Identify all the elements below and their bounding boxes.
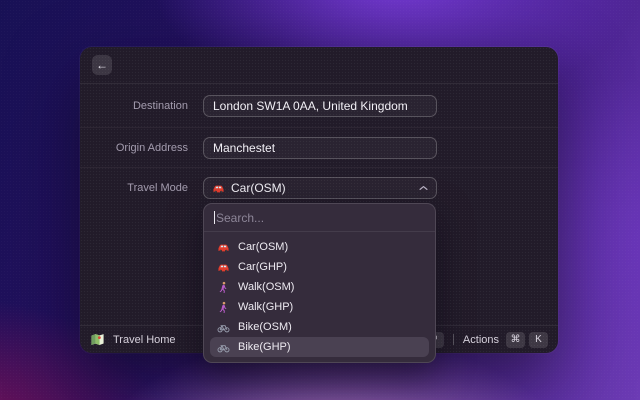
option-label: Car(OSM)	[238, 241, 288, 253]
dropdown-option-car-osm[interactable]: Car(OSM)	[210, 237, 429, 257]
dropdown-option-bike-ghp[interactable]: Bike(GHP)	[210, 337, 429, 357]
form-row-destination: Destination	[80, 84, 558, 128]
travel-mode-value: Car(OSM)	[231, 181, 286, 195]
walk-icon	[217, 281, 230, 294]
bike-icon	[217, 321, 230, 334]
origin-address-input[interactable]	[203, 137, 437, 159]
car-icon	[217, 261, 230, 274]
command-title: Travel Home	[113, 334, 176, 346]
destination-input[interactable]	[203, 95, 437, 117]
travel-home-map-icon	[90, 332, 105, 347]
cmd-key-badge[interactable]: ⌘	[506, 332, 525, 348]
dropdown-options-list: Car(OSM) Car(GHP) Walk(OSM) Walk(GHP) Bike(O…	[204, 232, 435, 362]
destination-label: Destination	[80, 100, 203, 112]
dropdown-option-car-ghp[interactable]: Car(GHP)	[210, 257, 429, 277]
option-label: Bike(OSM)	[238, 321, 292, 333]
window-header: ←	[80, 47, 558, 84]
form-row-travel-mode: Travel Mode Car(OSM)	[80, 168, 558, 208]
dropdown-option-walk-ghp[interactable]: Walk(GHP)	[210, 297, 429, 317]
k-key-badge[interactable]: K	[529, 332, 548, 348]
option-label: Walk(OSM)	[238, 281, 294, 293]
form-row-origin: Origin Address	[80, 128, 558, 168]
travel-mode-select[interactable]: Car(OSM)	[203, 177, 437, 199]
raycast-window: ← Destination Origin Address Travel Mode…	[80, 47, 558, 353]
option-label: Bike(GHP)	[238, 341, 291, 353]
walk-icon	[217, 301, 230, 314]
back-arrow-icon: ←	[96, 55, 108, 75]
desktop-wallpaper: { "window": { "back_glyph": "←" }, "form…	[0, 0, 640, 400]
chevron-up-icon	[419, 185, 428, 191]
car-icon	[217, 241, 230, 254]
travel-mode-dropdown: Car(OSM) Car(GHP) Walk(OSM) Walk(GHP) Bike(O…	[203, 203, 436, 363]
footer-divider	[453, 334, 454, 345]
actions-button[interactable]: Actions	[463, 334, 499, 346]
back-button[interactable]: ←	[92, 55, 112, 75]
travel-form: Destination Origin Address Travel Mode C…	[80, 84, 558, 208]
dropdown-option-walk-osm[interactable]: Walk(OSM)	[210, 277, 429, 297]
dropdown-search-input[interactable]	[215, 211, 425, 225]
travel-mode-label: Travel Mode	[80, 182, 203, 194]
car-icon	[212, 182, 225, 195]
bike-icon	[217, 341, 230, 354]
dropdown-option-bike-osm[interactable]: Bike(OSM)	[210, 317, 429, 337]
actions-shortcut: ⌘K	[506, 332, 548, 348]
origin-address-label: Origin Address	[80, 142, 203, 154]
option-label: Car(GHP)	[238, 261, 287, 273]
option-label: Walk(GHP)	[238, 301, 293, 313]
dropdown-search-row	[204, 204, 435, 232]
